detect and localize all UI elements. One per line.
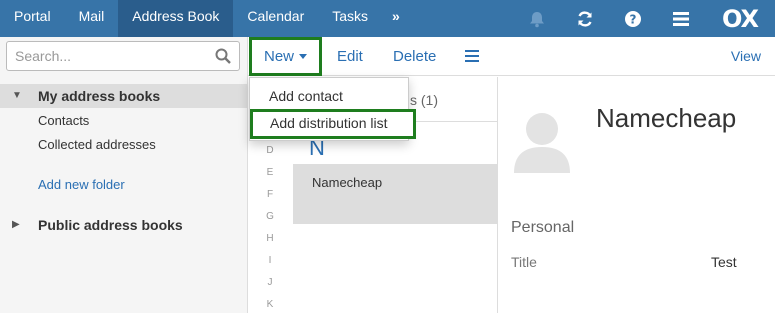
svg-text:?: ? (630, 12, 637, 26)
alpha-letter[interactable]: H (256, 233, 284, 255)
tab-address-book[interactable]: Address Book (118, 0, 234, 37)
tab-tasks[interactable]: Tasks (318, 0, 382, 37)
help-icon[interactable]: ? (609, 0, 657, 37)
top-nav: Portal Mail Address Book Calendar Tasks … (0, 0, 410, 37)
avatar (514, 113, 570, 173)
folder-sidebar: ▼ My address books Contacts Collected ad… (0, 37, 248, 313)
tab-calendar[interactable]: Calendar (233, 0, 318, 37)
ox-logo: OX (721, 4, 759, 33)
menu-icon[interactable] (657, 0, 705, 37)
top-icons: ? OX (513, 0, 775, 37)
sidebar-item-collected-addresses[interactable]: Collected addresses (38, 137, 156, 152)
public-address-books-folder[interactable]: ▶ Public address books (0, 213, 248, 237)
search-box (6, 41, 240, 71)
field-label: Title (511, 254, 537, 270)
caret-down-icon (299, 54, 307, 59)
new-button-label: New (263, 48, 294, 65)
alpha-letter[interactable]: D (256, 145, 284, 167)
search-input[interactable] (7, 42, 207, 70)
my-address-books-folder[interactable]: ▼ My address books (0, 84, 248, 108)
field-value: Test (711, 254, 737, 270)
caret-down-icon[interactable]: ▼ (12, 90, 22, 101)
list-item[interactable]: Namecheap (293, 164, 498, 224)
contact-name: Namecheap (312, 175, 383, 190)
alpha-letter[interactable]: J (256, 277, 284, 299)
bell-icon[interactable] (513, 0, 561, 37)
section-heading: Personal (511, 219, 575, 236)
list-count: s (1) (410, 92, 438, 108)
my-address-books-label: My address books (38, 88, 161, 104)
tab-portal[interactable]: Portal (0, 0, 65, 37)
edit-button[interactable]: Edit (337, 48, 363, 65)
add-distribution-list-menu-item[interactable]: Add distribution list (250, 109, 416, 139)
alphabet-index: D E F G H I J K (256, 145, 286, 313)
caret-right-icon[interactable]: ▶ (12, 219, 20, 230)
new-button[interactable]: New (249, 37, 322, 76)
view-button[interactable]: View (731, 48, 761, 64)
delete-button[interactable]: Delete (393, 48, 436, 65)
search-icon[interactable] (215, 48, 231, 64)
add-contact-menu-item[interactable]: Add contact (269, 88, 343, 104)
alpha-letter[interactable]: F (256, 189, 284, 211)
refresh-icon[interactable] (561, 0, 609, 37)
alpha-letter[interactable]: I (256, 255, 284, 277)
sidebar-item-contacts[interactable]: Contacts (38, 113, 89, 128)
contact-detail: Namecheap Personal Title Test (498, 77, 775, 313)
alpha-letter[interactable]: K (256, 299, 284, 313)
public-address-books-label: Public address books (38, 217, 183, 233)
new-dropdown-menu: Add contact Add distribution list (249, 77, 416, 141)
more-actions-icon[interactable] (465, 50, 479, 62)
alpha-letter[interactable]: E (256, 167, 284, 189)
contact-title: Namecheap (596, 103, 737, 133)
top-bar: Portal Mail Address Book Calendar Tasks … (0, 0, 775, 37)
toolbar: New Edit Delete View (248, 37, 775, 76)
alpha-letter[interactable]: G (256, 211, 284, 233)
add-new-folder-link[interactable]: Add new folder (38, 177, 125, 192)
tab-mail[interactable]: Mail (65, 0, 119, 37)
more-apps-button[interactable]: » (382, 0, 410, 37)
